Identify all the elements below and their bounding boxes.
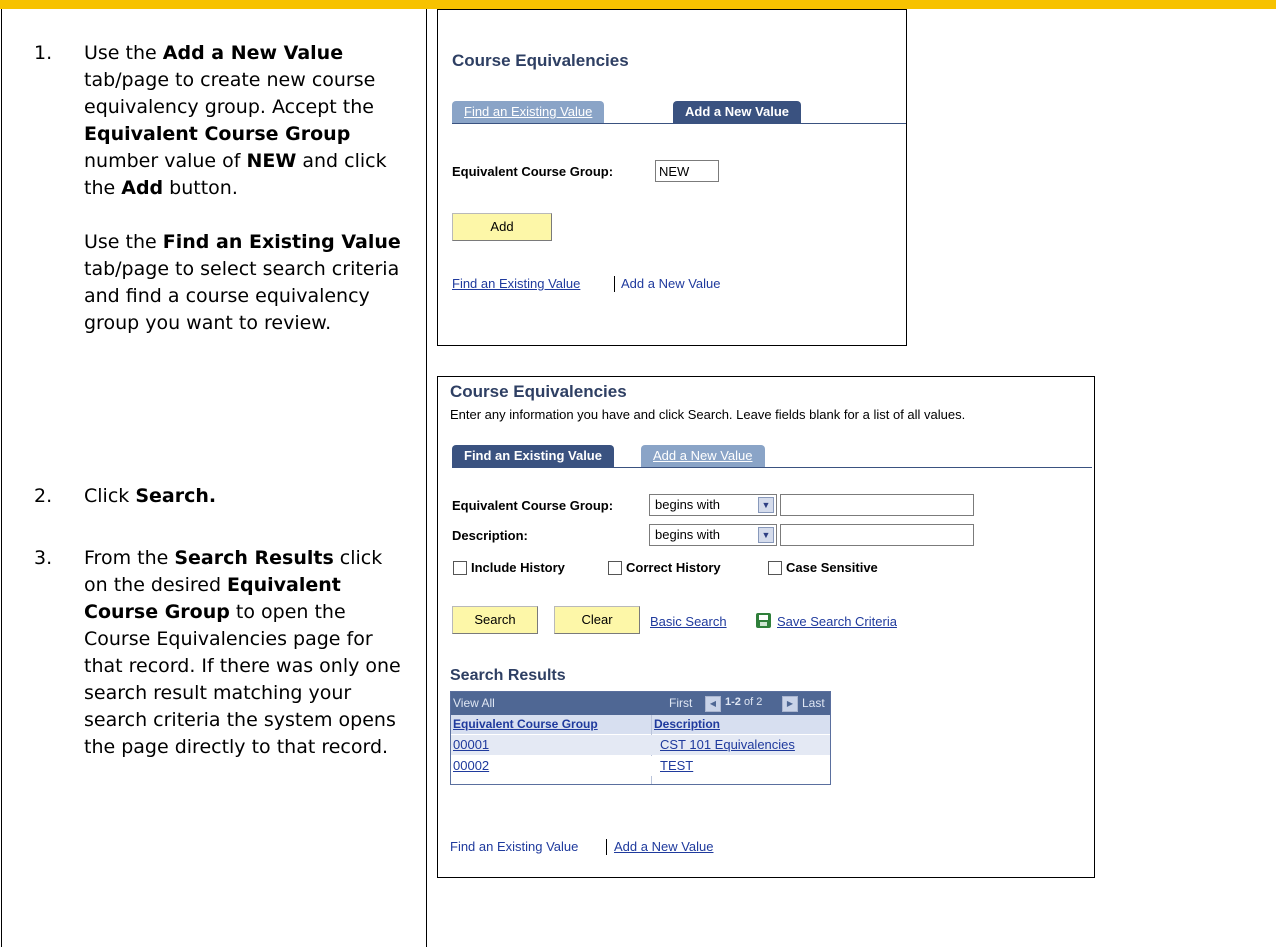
- column-divider: [426, 9, 427, 947]
- text: number value of: [84, 150, 247, 172]
- step-text: Click Search.: [84, 483, 404, 510]
- search-results-grid: View All First ◀ 1-2 of 2 ▶ Last Equival…: [450, 691, 831, 785]
- grid-header: View All First ◀ 1-2 of 2 ▶ Last: [451, 692, 830, 715]
- correct-history-label: Correct History: [626, 560, 721, 575]
- bold-text: Equivalent Course Group: [84, 123, 351, 145]
- bold-text: Find an Existing Value: [162, 231, 401, 253]
- text: Use the: [84, 42, 163, 64]
- step-number: 3.: [34, 547, 53, 569]
- table-row: 00002 TEST: [451, 756, 830, 776]
- tab-find-existing[interactable]: Find an Existing Value: [452, 445, 614, 467]
- previous-icon[interactable]: ◀: [705, 696, 721, 712]
- text: tab/page to create new course equivalenc…: [84, 69, 376, 118]
- add-value-panel: Course Equivalencies Find an Existing Va…: [437, 9, 907, 346]
- separator: [614, 276, 615, 292]
- search-button[interactable]: Search: [452, 606, 538, 634]
- step-number: 2.: [34, 485, 53, 507]
- select-value: begins with: [655, 527, 721, 542]
- sort-description-link[interactable]: Description: [654, 717, 720, 731]
- search-results-title: Search Results: [450, 667, 566, 684]
- description-label: Description:: [452, 528, 528, 543]
- page-instructions: Enter any information you have and click…: [450, 407, 966, 422]
- save-icon[interactable]: [756, 613, 771, 628]
- text: Use the: [84, 231, 163, 253]
- table-row: 00001 CST 101 Equivalencies: [451, 735, 830, 755]
- chevron-down-icon: ▼: [758, 497, 774, 513]
- basic-search-link[interactable]: Basic Search: [650, 614, 727, 629]
- text: button.: [163, 177, 238, 199]
- correct-history-checkbox[interactable]: [608, 561, 622, 575]
- add-new-text: Add a New Value: [621, 276, 721, 291]
- add-button[interactable]: Add: [452, 213, 552, 241]
- col-header-group[interactable]: Equivalent Course Group: [451, 715, 651, 734]
- include-history-label: Include History: [471, 560, 565, 575]
- row-description-link[interactable]: CST 101 Equivalencies: [660, 735, 795, 755]
- page-title: Course Equivalencies: [452, 51, 629, 70]
- step-text: From the Search Results click on the des…: [84, 545, 404, 761]
- page-range: 1-2 of 2: [725, 696, 762, 708]
- row-description-link[interactable]: TEST: [660, 756, 693, 776]
- equivalent-course-group-label: Equivalent Course Group:: [452, 164, 614, 179]
- step-text: Use the Add a New Value tab/page to crea…: [84, 40, 404, 337]
- page-title: Course Equivalencies: [450, 382, 627, 401]
- equivalent-course-group-input[interactable]: NEW: [655, 160, 719, 182]
- top-accent-bar: [0, 0, 1276, 9]
- tab-underline: [452, 467, 1092, 468]
- include-history-checkbox[interactable]: [453, 561, 467, 575]
- description-search-input[interactable]: [780, 524, 974, 546]
- bold-text: Add a New Value: [162, 42, 344, 64]
- save-search-criteria-link[interactable]: Save Search Criteria: [777, 614, 897, 629]
- text: tab/page to select search criteria and f…: [84, 258, 400, 334]
- search-panel: Course Equivalencies Enter any informati…: [437, 376, 1095, 878]
- group-operator-select[interactable]: begins with ▼: [649, 494, 777, 516]
- group-search-input[interactable]: [780, 494, 974, 516]
- step-number: 1.: [34, 42, 53, 64]
- range-total: of 2: [743, 696, 763, 708]
- bold-text: Search.: [135, 485, 217, 507]
- case-sensitive-checkbox[interactable]: [768, 561, 782, 575]
- left-border: [1, 9, 2, 947]
- select-value: begins with: [655, 497, 721, 512]
- text: Click: [84, 485, 136, 507]
- find-existing-text: Find an Existing Value: [450, 839, 579, 854]
- first-label: First: [669, 696, 693, 710]
- separator: [606, 839, 607, 855]
- clear-button[interactable]: Clear: [554, 606, 640, 634]
- sort-group-link[interactable]: Equivalent Course Group: [453, 717, 598, 731]
- row-group-link[interactable]: 00001: [453, 735, 489, 755]
- tab-find-existing[interactable]: Find an Existing Value: [452, 101, 605, 123]
- add-new-link[interactable]: Add a New Value: [614, 839, 714, 854]
- bold-text: NEW: [246, 150, 297, 172]
- tab-add-new[interactable]: Add a New Value: [641, 445, 765, 467]
- last-label: Last: [802, 696, 825, 710]
- view-all-link[interactable]: View All: [453, 696, 495, 710]
- bold-text: Search Results: [174, 547, 334, 569]
- next-icon[interactable]: ▶: [782, 696, 798, 712]
- tab-underline: [452, 123, 906, 124]
- tab-add-new[interactable]: Add a New Value: [673, 101, 802, 123]
- text: From the: [84, 547, 175, 569]
- bold-text: Add: [121, 177, 164, 199]
- find-existing-link[interactable]: Find an Existing Value: [452, 276, 580, 291]
- range-value: 1-2: [725, 696, 741, 708]
- row-group-link[interactable]: 00002: [453, 756, 489, 776]
- text: to open the Course Equivalencies page fo…: [84, 601, 401, 758]
- col-header-description[interactable]: Description: [652, 715, 830, 734]
- chevron-down-icon: ▼: [758, 527, 774, 543]
- case-sensitive-label: Case Sensitive: [786, 560, 878, 575]
- equivalent-course-group-label: Equivalent Course Group:: [452, 498, 614, 513]
- description-operator-select[interactable]: begins with ▼: [649, 524, 777, 546]
